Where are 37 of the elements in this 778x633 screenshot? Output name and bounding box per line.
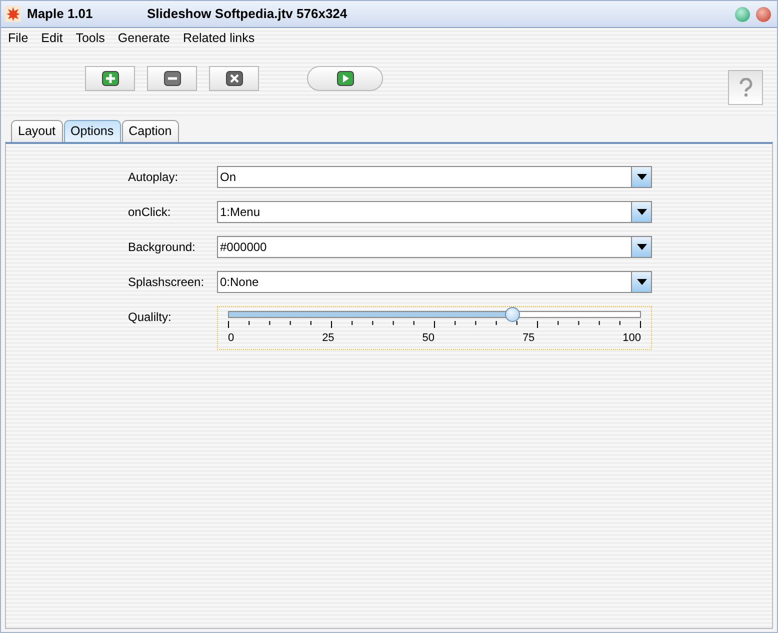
slider-thumb[interactable] [504,307,520,322]
delete-button[interactable] [209,66,259,91]
menu-item[interactable]: File [8,30,28,46]
field-label: onClick: [128,204,172,221]
quality-slider[interactable]: 0 25 50 75 100 [217,306,652,350]
menu-item[interactable]: Edit [41,30,63,46]
remove-button[interactable] [147,66,197,91]
dropdown[interactable]: 0:None [217,271,652,293]
add-button[interactable] [85,66,135,91]
menu-item[interactable]: Related links [183,30,255,46]
field-label: Autoplay: [128,169,180,186]
dropdown[interactable]: On [217,166,652,188]
tick-label: 75 [522,331,535,346]
tick-label: 50 [422,331,434,346]
tab[interactable]: Caption [122,120,179,142]
dropdown[interactable]: #000000 [217,236,652,258]
app-title: Maple 1.01 [27,5,94,24]
tab[interactable]: Layout [11,120,63,142]
play-button[interactable] [307,66,383,91]
field-label: Background: [128,239,196,256]
field-label: Splashscreen: [128,274,206,291]
minus-icon [164,71,180,86]
tick-label: 0 [228,331,234,346]
help-button[interactable] [728,70,763,105]
field-label: Qualilty: [128,309,172,326]
tick-label: 25 [322,331,334,346]
close-button[interactable] [756,6,771,22]
plus-icon [102,71,118,86]
window-title: Slideshow Softpedia.jtv 576x324 [147,5,348,24]
play-icon [336,71,354,86]
menu-item[interactable]: Tools [76,30,105,46]
menu-item[interactable]: Generate [118,30,170,46]
tab[interactable]: Options [64,120,121,142]
tick-label: 100 [622,331,641,346]
dropdown[interactable]: 1:Menu [217,201,652,223]
x-mark-icon [226,71,242,86]
question-mark-icon [738,78,752,98]
